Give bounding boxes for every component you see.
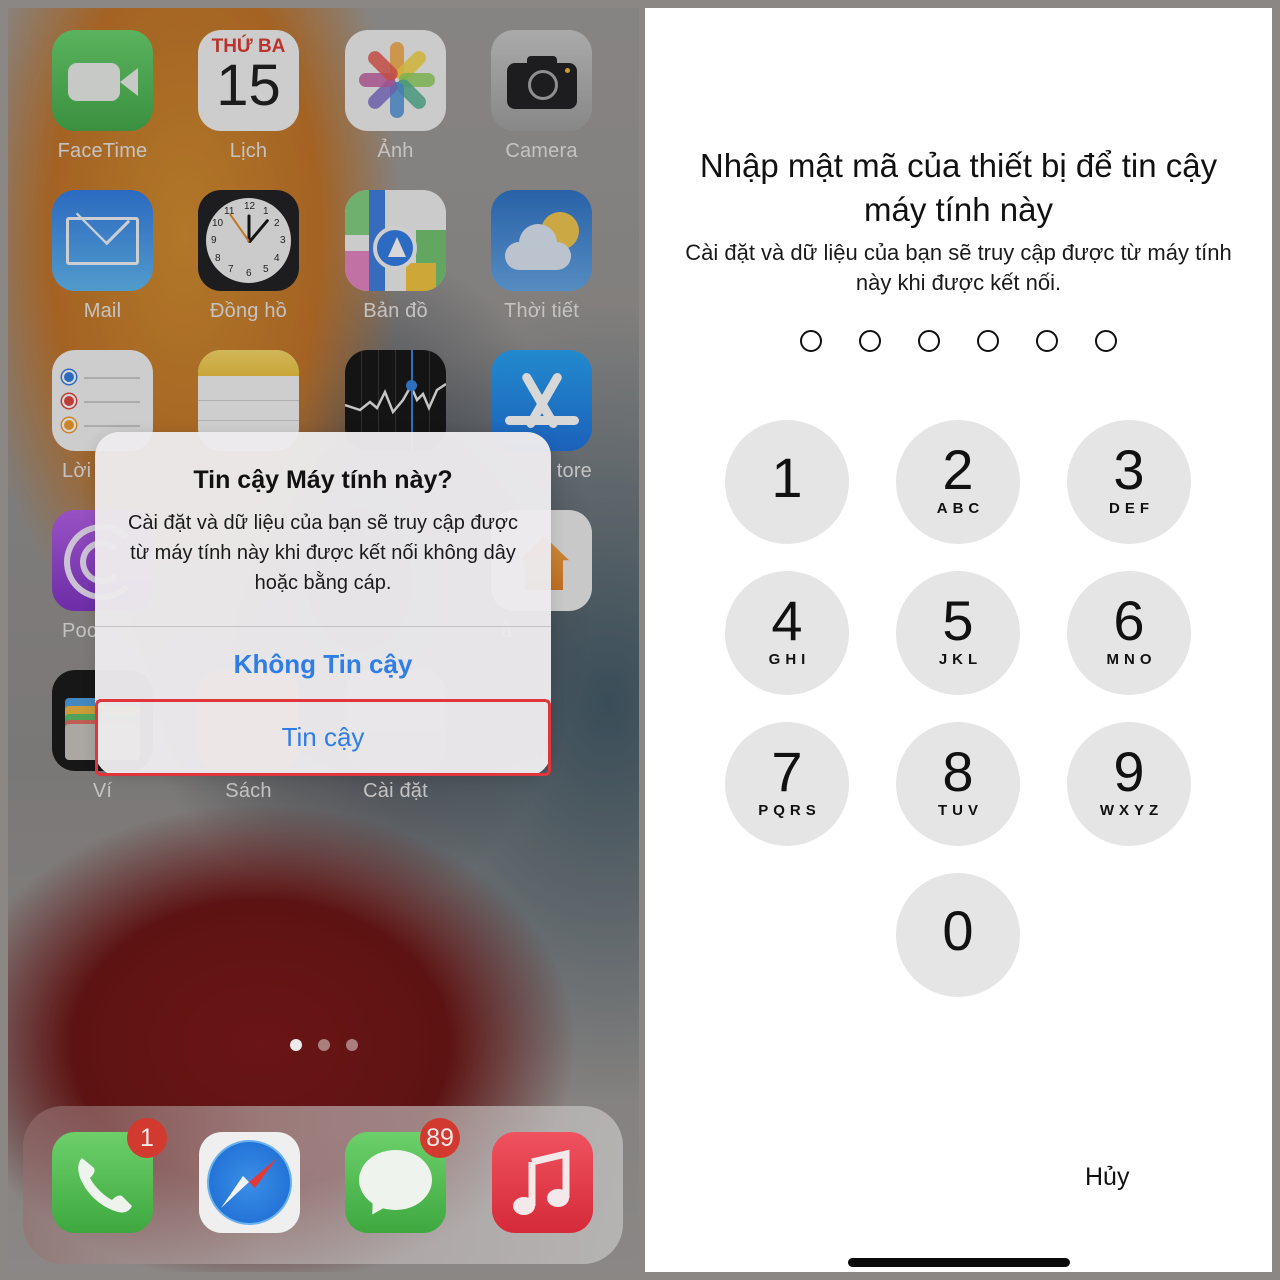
key-8[interactable]: 8 TUV (896, 722, 1020, 846)
key-digit: 2 (942, 438, 974, 501)
safari-icon (199, 1132, 300, 1233)
key-letters: MNO (1106, 651, 1157, 668)
page-indicator[interactable] (8, 1038, 639, 1056)
trust-button[interactable]: Tin cậy (95, 702, 551, 776)
notification-badge: 89 (420, 1118, 460, 1158)
key-letters: PQRS (758, 802, 821, 819)
key-digit: 6 (1113, 589, 1145, 652)
passcode-dots (645, 330, 1272, 357)
passcode-dot-empty (918, 330, 940, 352)
cancel-button[interactable]: Hủy (1085, 1163, 1129, 1192)
phone-icon: 1 (52, 1118, 167, 1233)
dock: 1 89 (23, 1106, 623, 1264)
home-screen: FaceTime THỨ BA 15 Lịch Ảnh Camera Mail … (8, 8, 639, 1272)
key-digit: 7 (771, 740, 803, 803)
key-digit: 3 (1113, 438, 1145, 501)
passcode-dot-empty (1095, 330, 1117, 352)
key-2[interactable]: 2 ABC (896, 420, 1020, 544)
passcode-subtitle: Cài đặt và dữ liệu của bạn sẽ truy cập đ… (685, 240, 1232, 295)
messages-icon: 89 (345, 1118, 460, 1233)
dock-app-phone[interactable]: 1 (52, 1118, 167, 1233)
key-letters: GHI (768, 651, 811, 668)
page-dot[interactable] (345, 1039, 358, 1051)
trust-computer-alert: Tin cậy Máy tính này? Cài đặt và dữ liệu… (95, 432, 551, 776)
key-letters: TUV (938, 802, 983, 819)
key-letters: WXYZ (1099, 802, 1164, 819)
divider (95, 700, 551, 701)
divider (95, 626, 551, 627)
page-dot-active[interactable] (289, 1039, 302, 1051)
alert-title: Tin cậy Máy tính này? (193, 466, 453, 494)
key-6[interactable]: 6 MNO (1067, 571, 1191, 695)
music-icon (492, 1132, 593, 1233)
key-letters: DEF (1109, 500, 1154, 517)
key-digit: 8 (942, 740, 974, 803)
key-1[interactable]: 1 (725, 420, 849, 544)
key-4[interactable]: 4 GHI (725, 571, 849, 695)
home-indicator[interactable] (848, 1258, 1070, 1267)
key-9[interactable]: 9 WXYZ (1067, 722, 1191, 846)
key-3[interactable]: 3 DEF (1067, 420, 1191, 544)
key-digit: 4 (771, 589, 803, 652)
passcode-dot-empty (1036, 330, 1058, 352)
dock-app-safari[interactable] (199, 1132, 300, 1233)
notification-badge: 1 (127, 1118, 167, 1158)
key-digit: 0 (942, 899, 974, 962)
key-letters: JKL (938, 651, 983, 668)
passcode-dot-empty (800, 330, 822, 352)
passcode-title: Nhập mật mã của thiết bị để tin cậy máy … (699, 147, 1218, 228)
key-digit: 9 (1113, 740, 1145, 803)
key-7[interactable]: 7 PQRS (725, 722, 849, 846)
passcode-dot-empty (859, 330, 881, 352)
dock-app-messages[interactable]: 89 (345, 1118, 460, 1233)
key-digit: 1 (771, 446, 803, 509)
page-dot[interactable] (317, 1039, 330, 1051)
key-0[interactable]: 0 (896, 873, 1020, 997)
key-letters: ABC (936, 500, 985, 517)
passcode-screen: Nhập mật mã của thiết bị để tin cậy máy … (645, 8, 1272, 1272)
alert-message: Cài đặt và dữ liệu của bạn sẽ truy cập đ… (127, 512, 519, 594)
key-digit: 5 (942, 589, 974, 652)
passcode-dot-empty (977, 330, 999, 352)
key-5[interactable]: 5 JKL (896, 571, 1020, 695)
dock-app-music[interactable] (492, 1132, 593, 1233)
dont-trust-button[interactable]: Không Tin cậy (95, 628, 551, 700)
